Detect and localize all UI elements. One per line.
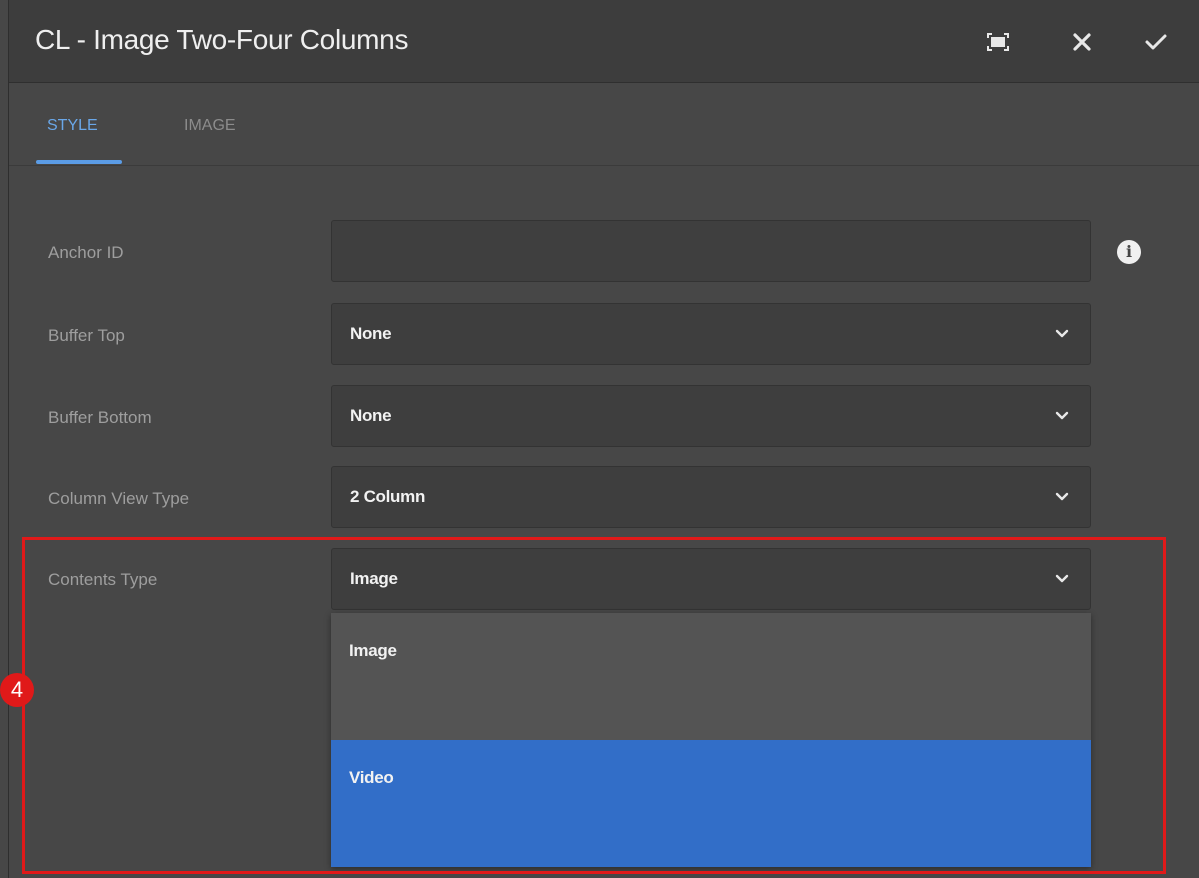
fullscreen-button[interactable] — [982, 26, 1014, 58]
anchor-id-label: Anchor ID — [48, 243, 124, 262]
close-icon — [1073, 33, 1091, 51]
contents-type-dropdown: Image Video — [331, 613, 1091, 867]
option-label: Image — [349, 641, 397, 660]
contents-type-label: Contents Type — [48, 570, 158, 589]
buffer-bottom-select[interactable]: None — [331, 385, 1091, 447]
column-view-type-label: Column View Type — [48, 489, 190, 508]
column-view-type-select[interactable]: 2 Column — [331, 466, 1091, 528]
buffer-top-value: None — [350, 324, 392, 343]
done-button[interactable] — [1140, 26, 1172, 58]
buffer-top-select[interactable]: None — [331, 303, 1091, 365]
active-tab-indicator — [36, 160, 122, 164]
chevron-down-icon — [1055, 411, 1069, 420]
dialog-title: CL - Image Two-Four Columns — [35, 24, 409, 55]
buffer-top-label: Buffer Top — [48, 326, 125, 345]
tab-image[interactable]: IMAGE — [184, 117, 236, 135]
fullscreen-icon — [987, 33, 1009, 51]
tab-style[interactable]: STYLE — [47, 117, 98, 135]
option-image[interactable]: Image — [331, 613, 1091, 740]
step-badge: 4 — [0, 673, 34, 707]
contents-type-value: Image — [350, 569, 398, 588]
chevron-down-icon — [1055, 329, 1069, 338]
dialog-header: CL - Image Two-Four Columns — [9, 0, 1199, 83]
chevron-down-icon — [1055, 574, 1069, 583]
buffer-bottom-label: Buffer Bottom — [48, 408, 152, 427]
option-label: Video — [349, 768, 394, 787]
tab-bar: STYLE IMAGE — [9, 83, 1199, 166]
anchor-id-input[interactable] — [331, 220, 1091, 282]
buffer-bottom-value: None — [350, 406, 392, 425]
dialog: CL - Image Two-Four Columns STYLE IMAGE … — [8, 0, 1199, 878]
info-icon[interactable]: i — [1117, 240, 1141, 264]
check-icon — [1145, 34, 1167, 50]
option-video[interactable]: Video — [331, 740, 1091, 867]
chevron-down-icon — [1055, 492, 1069, 501]
contents-type-select[interactable]: Image — [331, 548, 1091, 610]
column-view-type-value: 2 Column — [350, 487, 426, 506]
close-button[interactable] — [1066, 26, 1098, 58]
